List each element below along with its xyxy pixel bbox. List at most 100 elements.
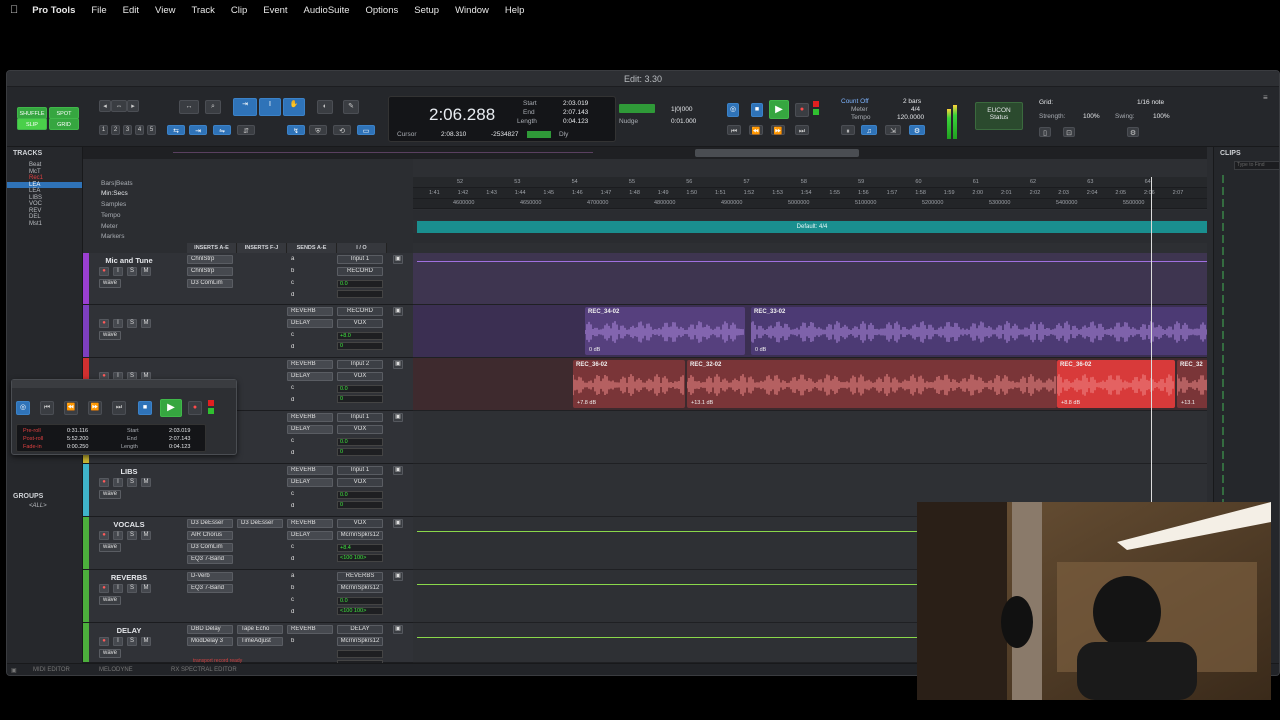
preroll-value[interactable]: 0:31.116 <box>67 428 88 434</box>
send-slot[interactable]: REVERB <box>287 466 333 475</box>
clip-list-item[interactable] <box>1222 175 1274 183</box>
insert-slot[interactable]: ChnlStrp <box>187 267 233 276</box>
menu-pro-tools[interactable]: Pro Tools <box>32 5 75 16</box>
output-selector[interactable]: VOX <box>337 372 383 381</box>
midi-merge-icon[interactable]: ⏸ <box>841 125 855 135</box>
clip-list-item[interactable] <box>1222 211 1274 219</box>
track-name[interactable]: Mic and Tune <box>99 256 159 265</box>
track-name[interactable]: DELAY <box>99 626 159 635</box>
meter-value[interactable]: 4/4 <box>911 106 920 113</box>
fast-forward-icon[interactable]: ⏩ <box>771 125 785 135</box>
clip-list-item[interactable] <box>1222 271 1274 279</box>
automation-follow-icon[interactable]: ↯ <box>287 125 305 135</box>
send-slot[interactable]: b <box>287 267 333 276</box>
clip-list-item[interactable] <box>1222 379 1274 387</box>
send-slot[interactable]: DELAY <box>287 531 333 540</box>
send-slot[interactable]: REVERB <box>287 307 333 316</box>
mirror-midi-icon[interactable]: ⇋ <box>213 125 231 135</box>
audio-clip[interactable]: REC_34-02 0 dB <box>585 307 745 355</box>
clip-gain[interactable]: +13.1 <box>1181 400 1195 406</box>
input-selector[interactable]: Input 1 <box>337 255 383 264</box>
t-end-icon[interactable]: ⏭ <box>112 401 126 415</box>
clip-list-item[interactable] <box>1222 439 1274 447</box>
fadein-label[interactable]: Fade-in <box>23 444 42 450</box>
mute-button[interactable]: M <box>141 637 151 646</box>
conductor-icon[interactable]: ⇲ <box>885 125 901 135</box>
view-selector[interactable]: wave <box>99 279 121 288</box>
mute-button[interactable]: M <box>141 584 151 593</box>
track-menu-icon[interactable]: ▣ <box>393 307 403 316</box>
clip-list-item[interactable] <box>1222 463 1274 471</box>
volume-display[interactable] <box>337 650 383 658</box>
mute-button[interactable]: M <box>141 267 151 276</box>
track-menu-icon[interactable]: ▣ <box>393 466 403 475</box>
markers-ruler[interactable] <box>413 233 1207 243</box>
keyboard-focus-icon[interactable]: ⇵ <box>237 125 255 135</box>
pan-display[interactable]: <100 100> <box>337 607 383 615</box>
delay-comp-label[interactable]: Dly <box>559 131 568 138</box>
track-header[interactable]: VOCALS ● I S Mwave D3 DeEsser AIR Chorus D3 Com… <box>83 517 413 570</box>
scrubber-tool-icon[interactable]: ◐ <box>317 100 333 114</box>
zoom-preset-2[interactable]: 2 <box>111 125 120 135</box>
clip-list-item[interactable] <box>1222 367 1274 375</box>
insert-slot[interactable]: D3 DeEsser <box>187 519 233 528</box>
track-name[interactable]: VOCALS <box>99 520 159 529</box>
swing-value[interactable]: 100% <box>1153 113 1170 120</box>
audio-clip[interactable]: REC_32 +13.1 <box>1177 360 1207 408</box>
track-header[interactable]: REVERBS ● I S Mwave D-Verb EQ3 7-Band a b c d REVER… <box>83 570 413 623</box>
clip-list-item[interactable] <box>1222 451 1274 459</box>
meter-ruler-bar[interactable]: Default: 4/4 <box>417 221 1207 233</box>
volume-display[interactable]: 0.0 <box>337 597 383 605</box>
t-rtz-icon[interactable]: ⏮ <box>40 401 54 415</box>
minsecs-ruler[interactable]: 1:41 1:42 1:43 1:44 1:45 1:46 1:47 1:48 1:49 1:50… <box>413 188 1207 199</box>
volume-display[interactable]: 0.0 <box>337 438 383 446</box>
count-off-value[interactable]: 2 bars <box>903 98 921 105</box>
audio-clip[interactable]: REC_32-02 +13.1 dB <box>687 360 1057 408</box>
zoom-preset-1[interactable]: 1 <box>99 125 108 135</box>
menu-file[interactable]: File <box>91 5 106 16</box>
send-slot[interactable]: a <box>287 572 333 581</box>
online-icon[interactable]: ◎ <box>727 103 739 117</box>
t-end-value[interactable]: 2:07.143 <box>169 436 190 442</box>
clip-list-item[interactable] <box>1222 259 1274 267</box>
tempo-ruler[interactable] <box>413 210 1207 220</box>
nudge-value[interactable]: 0:01.000 <box>671 118 696 125</box>
clip-list-item[interactable] <box>1222 355 1274 363</box>
output-selector[interactable]: RECORD <box>337 267 383 276</box>
record-enable-button[interactable]: ● <box>99 531 109 540</box>
insert-slot[interactable]: DBD Delay <box>187 625 233 634</box>
input-selector[interactable]: VOX <box>337 519 383 528</box>
rewind-icon[interactable]: ⏪ <box>749 125 763 135</box>
preroll-label[interactable]: Pre-roll <box>23 428 41 434</box>
tab-rx-spectral[interactable]: RX SPECTRAL EDITOR <box>171 667 237 673</box>
insert-slot[interactable]: D3 ComLim <box>187 279 233 288</box>
output-selector[interactable]: McrnnSpkrs12 <box>337 637 383 646</box>
track-menu-icon[interactable]: ▣ <box>393 572 403 581</box>
insert-slot[interactable]: AIR Chorus <box>187 531 233 540</box>
track-lane[interactable] <box>413 253 1207 305</box>
lock-icon[interactable]: ▯ <box>1039 127 1051 137</box>
zoomer-tool-icon[interactable]: ⌕ <box>205 100 221 114</box>
overview-thumb[interactable] <box>695 149 859 157</box>
insert-slot[interactable]: EQ3 7-Band <box>187 584 233 593</box>
record-enable-button[interactable]: ● <box>99 319 109 328</box>
play-button[interactable]: ▶ <box>769 100 789 119</box>
clip-list-item[interactable] <box>1222 487 1274 495</box>
view-icon[interactable]: ▭ <box>357 125 375 135</box>
audio-clip[interactable]: REC_33-02 0 dB <box>751 307 1207 355</box>
clip-list-item[interactable] <box>1222 235 1274 243</box>
send-slot[interactable]: d <box>287 396 333 405</box>
view-selector[interactable]: wave <box>99 596 121 605</box>
send-slot[interactable]: REVERB <box>287 413 333 422</box>
clip-list-item[interactable] <box>1222 415 1274 423</box>
menu-view[interactable]: View <box>155 5 175 16</box>
t-start-value[interactable]: 2:03.019 <box>169 428 190 434</box>
output-selector[interactable]: McrnnSpkrs12 <box>337 531 383 540</box>
solo-button[interactable]: S <box>127 478 137 487</box>
pan-display[interactable]: 0 <box>337 448 383 456</box>
volume-automation-line[interactable] <box>417 261 1207 262</box>
send-slot[interactable]: REVERB <box>287 625 333 634</box>
postroll-label[interactable]: Post-roll <box>23 436 43 442</box>
send-slot[interactable]: d <box>287 608 333 617</box>
grid-value[interactable]: 1|0|000 <box>671 106 692 113</box>
